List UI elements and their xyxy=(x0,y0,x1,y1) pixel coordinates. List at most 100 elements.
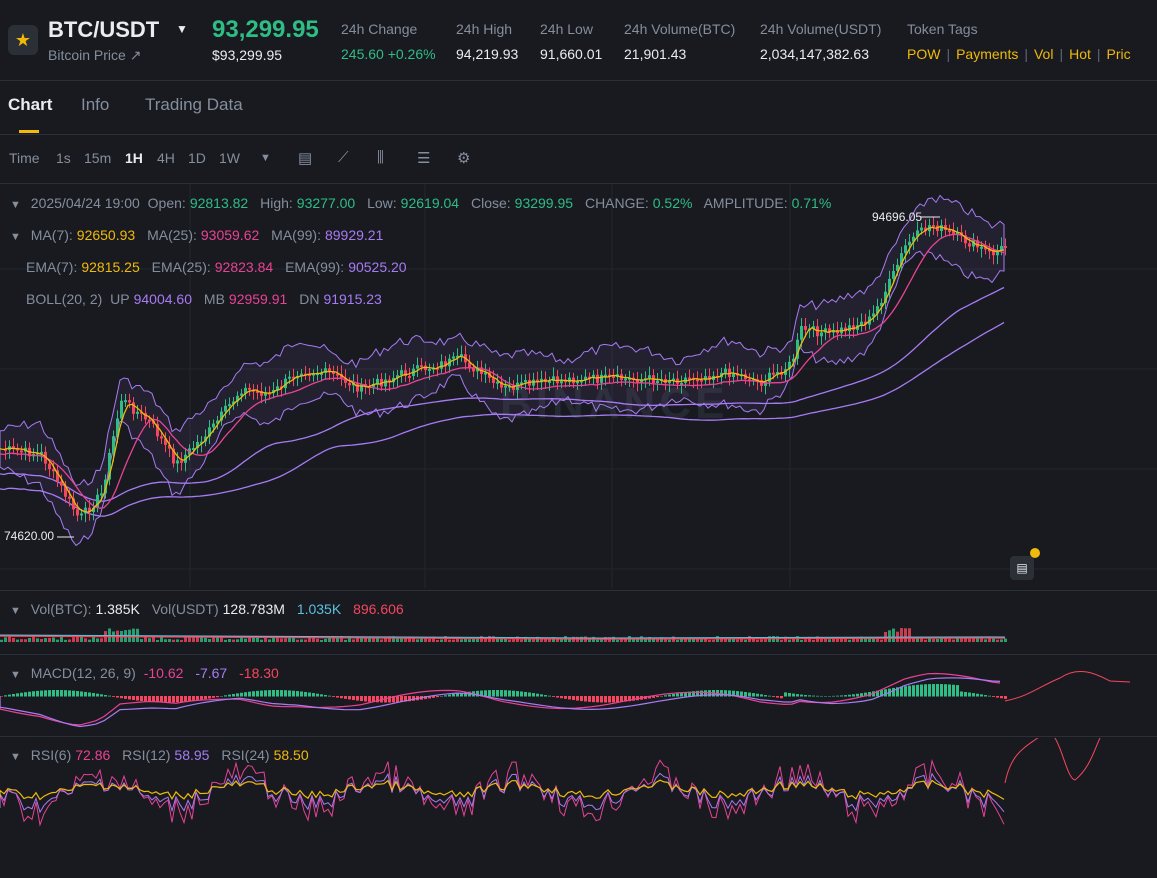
interval-1d[interactable]: 1D xyxy=(188,150,206,166)
collapse-chevron-icon[interactable]: ▼ xyxy=(10,605,21,617)
collapse-chevron-icon[interactable]: ▼ xyxy=(10,669,21,681)
more-intervals-chevron-icon[interactable]: ▼ xyxy=(260,152,271,164)
close-label: Close: xyxy=(470,195,511,211)
macd-histogram-bar xyxy=(8,694,11,697)
pair-symbol[interactable]: BTC/USDT xyxy=(48,17,159,43)
candle xyxy=(360,384,363,392)
macd-histogram-bar xyxy=(508,690,511,697)
notes-icon[interactable]: ▤ xyxy=(1010,556,1034,580)
macd-histogram-bar xyxy=(536,693,539,697)
volume-bar xyxy=(928,638,931,642)
price-chart-area[interactable]: BINANCE ▼ 2025/04/24 19:00 Open:92813.82… xyxy=(0,184,1157,878)
macd-histogram-bar xyxy=(952,684,955,697)
settings-gear-icon[interactable]: ⚙ xyxy=(457,149,470,167)
boll-label: BOLL(20, 2) xyxy=(26,291,103,307)
volume-bar xyxy=(760,639,763,642)
macd-histogram-bar xyxy=(584,696,587,702)
interval-4h[interactable]: 4H xyxy=(157,150,175,166)
volume-bar xyxy=(512,639,515,642)
tag-link[interactable]: POW xyxy=(907,46,940,62)
volume-bar xyxy=(180,639,183,642)
macd-forecast-line xyxy=(1004,670,1131,702)
volume-bar xyxy=(100,638,103,642)
macd-histogram-bar xyxy=(36,690,39,697)
candle xyxy=(416,365,419,369)
collapse-chevron-icon[interactable]: ▼ xyxy=(10,751,21,763)
interval-15m[interactable]: 15m xyxy=(84,150,111,166)
macd-histogram-bar xyxy=(284,690,287,697)
volume-bar xyxy=(152,637,155,642)
macd-histogram-bar xyxy=(292,690,295,697)
favorite-star-icon[interactable]: ★ xyxy=(8,25,38,55)
macd-histogram-bar xyxy=(544,695,547,697)
time-label[interactable]: Time xyxy=(9,150,40,166)
volume-bar xyxy=(200,637,203,642)
rsi-forecast-line xyxy=(1004,738,1101,784)
interval-1s[interactable]: 1s xyxy=(56,150,71,166)
pair-subtitle-link[interactable]: Bitcoin Price ↗ xyxy=(48,47,141,64)
macd-histogram-bar xyxy=(244,692,247,697)
macd-histogram-bar xyxy=(548,695,551,697)
macd-histogram-bar xyxy=(836,695,839,697)
macd-histogram-bar xyxy=(520,691,523,697)
macd-histogram-bar xyxy=(924,684,927,697)
pane-divider xyxy=(0,590,1157,591)
tab-chart[interactable]: Chart xyxy=(8,95,52,115)
macd-histogram-bar xyxy=(844,695,847,697)
volume-bar xyxy=(296,639,299,642)
layout-icon[interactable]: ☰ xyxy=(417,149,430,167)
calendar-icon[interactable]: ▤ xyxy=(298,149,312,167)
macd-histogram-bar xyxy=(916,684,919,697)
collapse-chevron-icon[interactable]: ▼ xyxy=(10,231,21,243)
pair-dropdown-chevron-icon[interactable]: ▼ xyxy=(176,22,188,36)
macd-histogram-bar xyxy=(1004,696,1007,699)
volume-bar xyxy=(44,638,47,642)
macd-histogram-bar xyxy=(600,696,603,703)
macd-histogram-bar xyxy=(920,684,923,697)
macd-histogram-bar xyxy=(260,690,263,697)
tag-link[interactable]: Hot xyxy=(1069,46,1091,62)
interval-1h[interactable]: 1H xyxy=(125,150,143,166)
volume-bar xyxy=(880,639,883,642)
volume-bar xyxy=(232,639,235,642)
macd-histogram-bar xyxy=(804,694,807,697)
macd-histogram-bar xyxy=(80,691,83,697)
macd-histogram-bar xyxy=(552,696,555,697)
macd-histogram-bar xyxy=(568,696,571,700)
candle xyxy=(980,246,983,249)
tag-link[interactable]: Vol xyxy=(1034,46,1053,62)
chart-toolbar: Time 1s 15m 1H 4H 1D 1W ▼ ▤ ⟋ ⫼ ☰ ⚙ xyxy=(0,135,1157,184)
volume-bar xyxy=(396,638,399,642)
macd-histogram-bar xyxy=(100,694,103,697)
volume-bar xyxy=(260,639,263,642)
macd-histogram-bar xyxy=(256,690,259,697)
macd-histogram-bar xyxy=(136,696,139,701)
volume-bar xyxy=(668,639,671,642)
candle xyxy=(408,375,411,378)
macd-histogram-bar xyxy=(560,696,563,699)
macd-histogram-bar xyxy=(328,695,331,697)
macd-histogram-bar xyxy=(440,695,443,697)
macd-histogram-bar xyxy=(788,692,791,697)
macd-histogram-bar xyxy=(748,692,751,697)
candle xyxy=(176,460,179,464)
macd-histogram-bar xyxy=(912,685,915,697)
volume-bar xyxy=(508,639,511,642)
tab-trading-data[interactable]: Trading Data xyxy=(145,95,243,115)
macd-histogram-bar xyxy=(120,696,123,699)
indicator-icon[interactable]: ⟋ xyxy=(338,149,349,166)
volume-bar xyxy=(160,636,163,642)
macd-histogram-bar xyxy=(580,696,583,702)
tag-link[interactable]: Pric xyxy=(1107,46,1131,62)
macd-histogram-bar xyxy=(932,684,935,697)
tab-info[interactable]: Info xyxy=(81,95,109,115)
interval-1w[interactable]: 1W xyxy=(219,150,240,166)
boll-info: BOLL(20, 2) UP 94004.60 MB 92959.91 DN 9191… xyxy=(26,291,382,307)
tag-link[interactable]: Payments xyxy=(956,46,1018,62)
macd-value-2: -7.67 xyxy=(195,665,228,681)
volume-bar xyxy=(96,638,99,642)
stat-label: 24h High xyxy=(456,21,513,37)
collapse-chevron-icon[interactable]: ▼ xyxy=(10,199,21,211)
candle-type-icon[interactable]: ⫼ xyxy=(377,149,384,166)
macd-histogram-bar xyxy=(92,693,95,697)
